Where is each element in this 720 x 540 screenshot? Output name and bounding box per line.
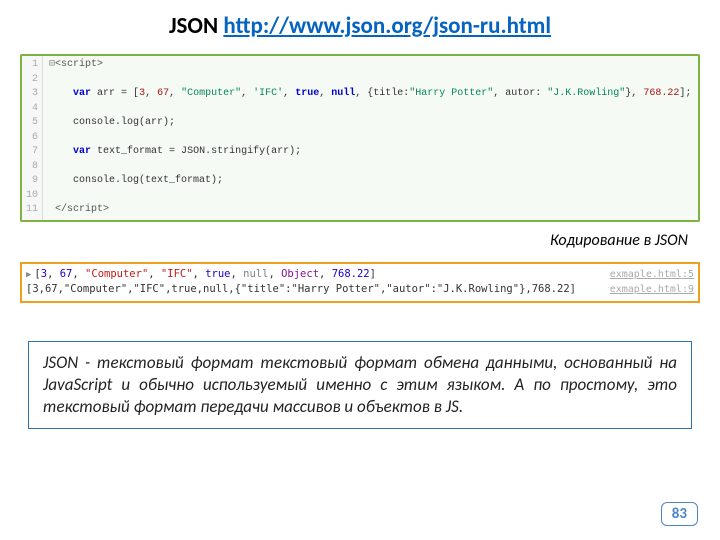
title-link[interactable]: http://www.json.org/json-ru.html: [223, 12, 551, 40]
code-text: "J.K.Rowling": [547, 88, 625, 99]
code-text: , autor:: [493, 88, 547, 99]
page-number: 83: [661, 502, 698, 526]
title-prefix: JSON: [169, 12, 223, 40]
line-num: 4: [26, 102, 38, 117]
console-output: ▶ [3, 67, "Computer", "IFC", true, null,…: [20, 262, 700, 304]
code-text: },: [625, 88, 643, 99]
code-text: console.log(arr);: [73, 117, 175, 128]
code-text: "Computer": [181, 88, 241, 99]
line-num: 2: [26, 73, 38, 88]
code-content: ⊟<script> var arr = [3, 67, "Computer", …: [43, 56, 697, 220]
console-value: [3,67,"Computer","IFC",true,null,{"title…: [26, 282, 576, 298]
line-gutter: 1 2 3 4 5 6 7 8 9 10 11: [22, 56, 43, 220]
code-text: </script>: [55, 204, 109, 215]
code-text: ];: [679, 88, 691, 99]
console-line: ▶ [3, 67, "Computer", "IFC", true, null,…: [26, 267, 694, 283]
line-num: 1: [26, 58, 38, 73]
code-text: 768.22: [643, 88, 679, 99]
source-code-block: 1 2 3 4 5 6 7 8 9 10 11 ⊟<script> var ar…: [20, 54, 700, 222]
code-text: 67: [157, 88, 169, 99]
code-text: arr = [: [91, 88, 139, 99]
code-text: ,: [145, 88, 157, 99]
code-text: ,: [283, 88, 295, 99]
definition-box: JSON - текстовый формат текстовый формат…: [28, 341, 692, 429]
line-num: 11: [26, 203, 38, 218]
code-text: ,: [319, 88, 331, 99]
line-num: 6: [26, 131, 38, 146]
code-text: 'IFC': [253, 88, 283, 99]
console-source-link[interactable]: exmaple.html:5: [610, 267, 694, 282]
console-value: [3, 67, "Computer", "IFC", true, null, O…: [34, 267, 376, 283]
code-text: var: [73, 88, 91, 99]
line-num: 3: [26, 87, 38, 102]
code-text: "Harry Potter": [409, 88, 493, 99]
code-text: <script>: [55, 59, 103, 70]
code-text: ,: [169, 88, 181, 99]
code-text: , {title:: [355, 88, 409, 99]
line-num: 5: [26, 116, 38, 131]
code-text: var: [73, 146, 91, 157]
caption-text: Кодирование в JSON: [550, 232, 690, 250]
console-line: [3,67,"Computer","IFC",true,null,{"title…: [26, 282, 694, 298]
expand-icon: ▶: [26, 269, 31, 283]
page-title: JSON http://www.json.org/json-ru.html: [0, 0, 720, 48]
code-text: true: [295, 88, 319, 99]
line-num: 8: [26, 160, 38, 175]
console-source-link[interactable]: exmaple.html:9: [610, 282, 694, 297]
line-num: 7: [26, 145, 38, 160]
line-num: 9: [26, 174, 38, 189]
code-text: text_format = JSON.stringify(arr);: [91, 146, 301, 157]
code-text: console.log(text_format);: [73, 175, 223, 186]
code-text: null: [331, 88, 355, 99]
code-text: ,: [241, 88, 253, 99]
line-num: 10: [26, 189, 38, 204]
